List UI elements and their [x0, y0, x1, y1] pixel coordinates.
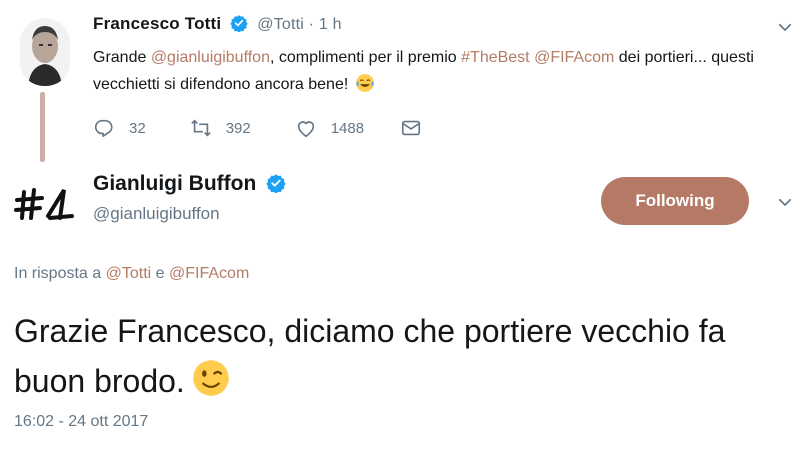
- chevron-down-icon[interactable]: [776, 18, 794, 36]
- main-tweet-author: Gianluigi Buffon: [93, 172, 286, 196]
- reply-count: 32: [129, 119, 146, 137]
- retweet-icon: [190, 119, 211, 137]
- thread-connector-line: [40, 92, 45, 162]
- parent-handle[interactable]: @Totti: [257, 16, 304, 33]
- reply-button[interactable]: 32: [93, 117, 146, 139]
- avatar-buffon-logo[interactable]: [14, 178, 78, 228]
- chevron-down-icon[interactable]: [776, 193, 794, 211]
- reply-prefix: In risposta a: [14, 265, 102, 282]
- main-tweet-body: Grazie Francesco, diciamo che portiere v…: [14, 313, 726, 399]
- reply-conjunction: e: [155, 265, 165, 282]
- direct-message-button[interactable]: [400, 117, 436, 139]
- hashtag-link[interactable]: #TheBest: [461, 49, 529, 66]
- like-icon: [297, 121, 314, 138]
- tweet-timestamp[interactable]: 16:02 - 24 ott 2017: [14, 413, 148, 431]
- reply-mention-fifa[interactable]: @FIFAcom: [169, 265, 249, 282]
- main-handle[interactable]: @gianluigibuffon: [93, 204, 220, 224]
- parent-tweet-header: Francesco Totti @Totti · 1 h: [93, 14, 342, 34]
- like-count: 1488: [330, 119, 365, 137]
- reply-context: In risposta a @Totti e @FIFAcom: [14, 265, 249, 283]
- tears-of-joy-emoji-icon: [355, 74, 374, 92]
- text-part: , complimenti per il premio: [269, 49, 462, 66]
- reply-icon: [94, 119, 113, 138]
- dm-icon: [402, 120, 421, 136]
- main-tweet-text: Grazie Francesco, diciamo che portiere v…: [14, 306, 774, 406]
- text-part: Grande: [93, 49, 151, 66]
- main-display-name[interactable]: Gianluigi Buffon: [93, 172, 256, 195]
- verified-icon: [230, 15, 248, 32]
- retweet-count: 392: [225, 119, 251, 137]
- mention-link[interactable]: @FIFAcom: [534, 49, 614, 66]
- mention-link[interactable]: @gianluigibuffon: [151, 49, 270, 66]
- retweet-button[interactable]: 392: [190, 117, 251, 139]
- following-button[interactable]: Following: [601, 177, 749, 225]
- parent-tweet-actions: 32 392 1488: [93, 116, 472, 140]
- reply-mention-totti[interactable]: @Totti: [106, 265, 152, 282]
- parent-tweet-text: Grande @gianluigibuffon, complimenti per…: [93, 44, 783, 98]
- winking-face-emoji-icon: [193, 360, 229, 396]
- meta-separator: ·: [308, 16, 315, 33]
- parent-display-name[interactable]: Francesco Totti: [93, 14, 221, 33]
- verified-icon: [266, 174, 286, 193]
- parent-time[interactable]: 1 h: [319, 16, 342, 33]
- avatar-totti[interactable]: [20, 18, 70, 86]
- like-button[interactable]: 1488: [295, 117, 364, 139]
